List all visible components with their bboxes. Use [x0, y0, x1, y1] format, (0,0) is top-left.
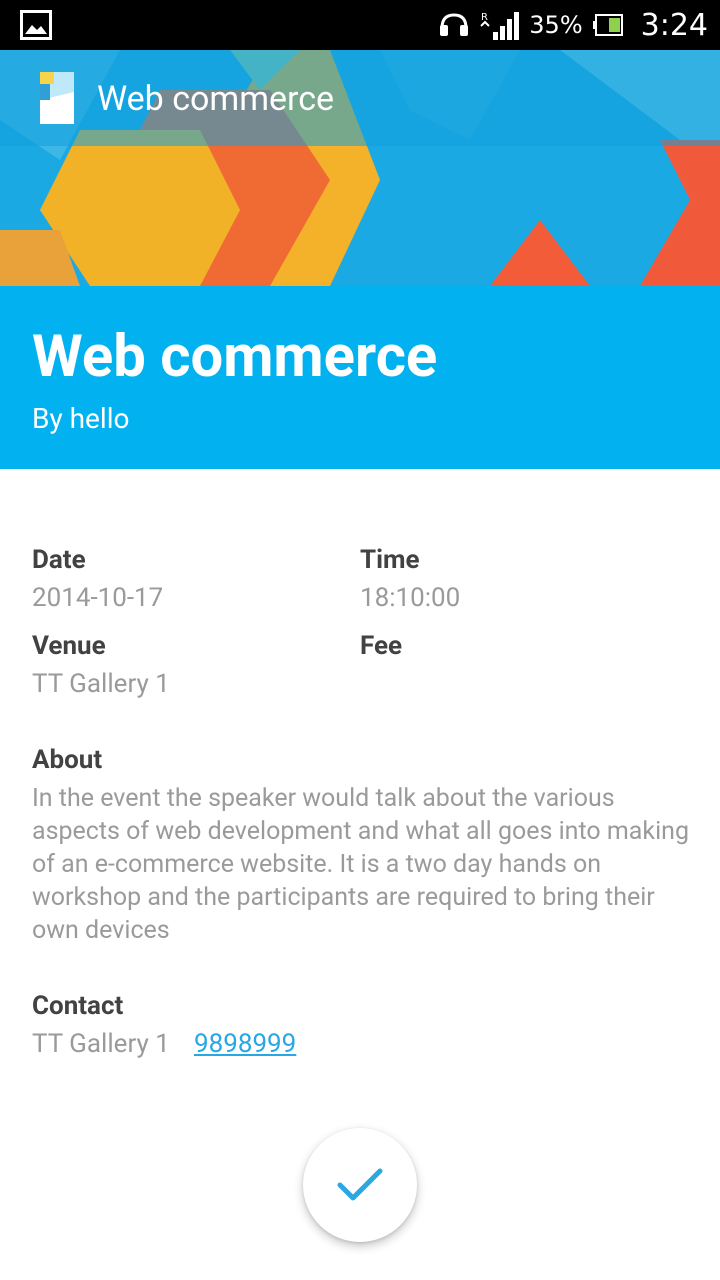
headset-icon [440, 13, 469, 36]
title-band: Web commerce By hello [0, 286, 720, 469]
venue-value: TT Gallery 1 [32, 669, 170, 699]
toolbar-title: Web commerce [97, 79, 335, 119]
date-value: 2014-10-17 [32, 583, 164, 613]
about-text: In the event the speaker would talk abou… [32, 784, 689, 945]
about-label: About [32, 745, 103, 775]
clock: 3:24 [640, 7, 708, 43]
date-label: Date [32, 545, 86, 575]
fee-label: Fee [360, 631, 403, 661]
gallery-icon [20, 10, 52, 40]
event-author: By hello [32, 402, 130, 435]
app-logo-icon[interactable] [36, 70, 78, 126]
contact-phone-link[interactable]: 9898999 [194, 1028, 296, 1060]
status-right: R 35% 3:24 [439, 0, 708, 50]
time-value: 18:10:00 [360, 583, 461, 613]
event-title: Web commerce [32, 323, 438, 391]
battery-icon [592, 14, 623, 36]
contact-label: Contact [32, 991, 124, 1021]
contact-name: TT Gallery 1 [32, 1029, 170, 1059]
confirm-button[interactable] [303, 1128, 417, 1242]
toolbar: Web commerce [0, 50, 720, 146]
check-icon [337, 1168, 383, 1201]
signal-icon: R [480, 12, 520, 40]
status-bar: R 35% 3:24 [0, 0, 720, 50]
battery-percent: 35% [529, 11, 583, 39]
venue-label: Venue [32, 631, 106, 661]
time-label: Time [360, 545, 420, 575]
